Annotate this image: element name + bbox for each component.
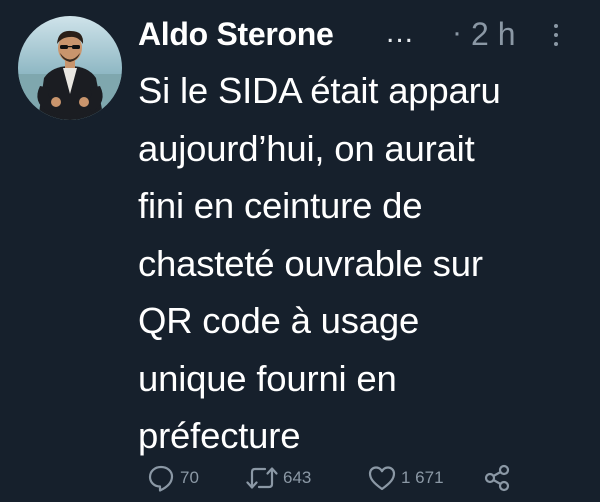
retweet-button[interactable]: 643 (245, 462, 311, 494)
reply-button[interactable]: 70 (146, 462, 199, 494)
author-name[interactable]: Aldo Sterone (138, 16, 334, 53)
name-truncation: ... (386, 16, 415, 49)
avatar-image (18, 16, 122, 120)
separator-dot: · (452, 16, 462, 49)
tweet-text: Si le SIDA était apparu aujourd’hui, on … (138, 70, 501, 456)
reply-count: 70 (180, 468, 199, 487)
more-vertical-icon[interactable] (551, 24, 561, 52)
share-button[interactable] (482, 462, 512, 494)
like-button[interactable]: 1 671 (367, 462, 444, 494)
share-icon (484, 464, 510, 492)
tweet-header: Aldo Sterone ... · 2 h (138, 14, 588, 58)
reply-icon (148, 465, 174, 492)
heart-icon (368, 466, 396, 491)
timestamp[interactable]: 2 h (471, 16, 515, 53)
retweet-icon (246, 467, 278, 489)
tweet-actions: 70 643 1 671 (138, 462, 588, 494)
tweet-card: Aldo Sterone ... · 2 h Si le SIDA était … (0, 0, 600, 502)
like-count: 1 671 (401, 468, 444, 487)
avatar[interactable] (18, 16, 122, 120)
retweet-count: 643 (283, 468, 312, 487)
